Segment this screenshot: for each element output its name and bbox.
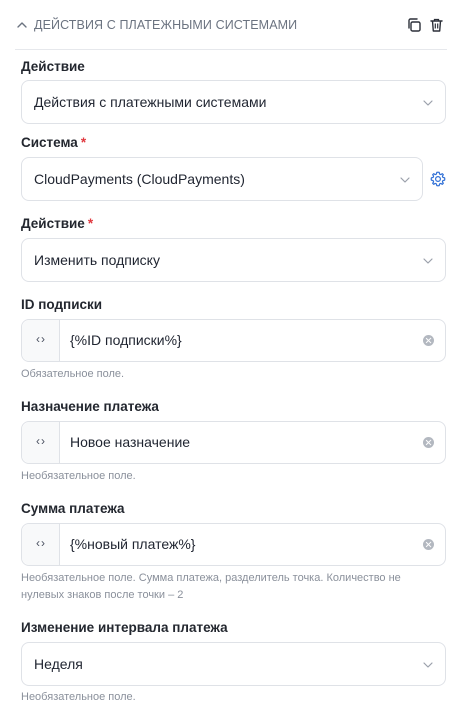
section-title[interactable]: ДЕЙСТВИЯ С ПЛАТЕЖНЫМИ СИСТЕМАМИ xyxy=(34,18,297,32)
required-mark: * xyxy=(80,135,87,150)
action-label: Действие xyxy=(21,59,85,74)
interval-select[interactable]: Неделя xyxy=(21,642,446,686)
purpose-field[interactable]: ‹› Новое назначение xyxy=(21,421,446,464)
interval-hint: Необязательное поле. xyxy=(21,691,136,703)
gear-icon[interactable] xyxy=(430,171,446,187)
trash-icon[interactable] xyxy=(429,17,444,33)
purpose-input[interactable]: Новое назначение xyxy=(70,434,190,450)
variable-toggle-button[interactable]: ‹› xyxy=(22,524,60,565)
header-divider xyxy=(15,49,447,50)
code-icon: ‹› xyxy=(36,434,46,448)
purpose-label: Назначение платежа xyxy=(21,399,159,414)
amount-label: Сумма платежа xyxy=(21,501,125,516)
section-header: ДЕЙСТВИЯ С ПЛАТЕЖНЫМИ СИСТЕМАМИ xyxy=(0,0,462,50)
code-icon: ‹› xyxy=(36,332,46,346)
code-icon: ‹› xyxy=(36,536,46,550)
variable-toggle-button[interactable]: ‹› xyxy=(22,422,60,463)
clear-icon[interactable] xyxy=(423,335,434,346)
interval-select-value: Неделя xyxy=(34,656,83,672)
action2-select-value: Изменить подписку xyxy=(34,252,160,268)
clear-icon[interactable] xyxy=(423,437,434,448)
copy-icon[interactable] xyxy=(406,17,422,33)
chevron-down-icon xyxy=(423,662,433,668)
chevron-down-icon xyxy=(423,258,433,264)
required-mark: * xyxy=(87,216,94,231)
variable-toggle-button[interactable]: ‹› xyxy=(22,320,60,361)
interval-label: Изменение интервала платежа xyxy=(21,620,228,635)
amount-input[interactable]: {%новый платеж%} xyxy=(70,536,195,552)
purpose-hint: Необязательное поле. xyxy=(21,470,136,482)
chevron-down-icon xyxy=(423,100,433,106)
amount-field[interactable]: ‹› {%новый платеж%} xyxy=(21,523,446,566)
clear-icon[interactable] xyxy=(423,539,434,550)
subscription-id-input[interactable]: {%ID подписки%} xyxy=(70,332,182,348)
action-select[interactable]: Действия с платежными системами xyxy=(21,80,446,124)
amount-hint: Необязательное поле. Сумма платежа, разд… xyxy=(21,572,401,601)
action2-select[interactable]: Изменить подписку xyxy=(21,238,446,282)
subscription-id-field[interactable]: ‹› {%ID подписки%} xyxy=(21,319,446,362)
system-select-value: CloudPayments (CloudPayments) xyxy=(34,171,245,187)
system-select[interactable]: CloudPayments (CloudPayments) xyxy=(21,157,423,201)
chevron-down-icon xyxy=(400,177,410,183)
system-label: Система * xyxy=(21,135,87,150)
chevron-up-icon[interactable] xyxy=(15,18,29,32)
subscription-id-label: ID подписки xyxy=(21,297,103,312)
action2-label: Действие * xyxy=(21,216,94,231)
action-select-value: Действия с платежными системами xyxy=(34,94,267,110)
subscription-id-hint: Обязательное поле. xyxy=(21,368,125,380)
